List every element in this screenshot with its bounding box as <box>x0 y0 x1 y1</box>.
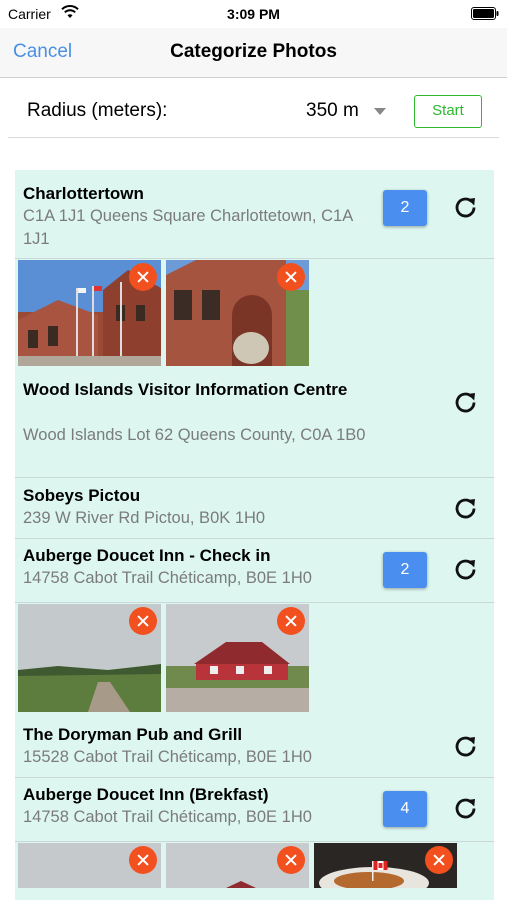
photo-thumbnail[interactable] <box>166 843 309 888</box>
photo-strip <box>15 260 494 366</box>
status-time: 3:09 PM <box>227 6 280 22</box>
photo-strip <box>15 604 494 712</box>
refresh-icon[interactable] <box>453 390 479 416</box>
photo-thumbnail[interactable] <box>314 843 457 888</box>
battery-icon <box>471 7 499 20</box>
nav-bar: Cancel Categorize Photos <box>0 28 507 78</box>
chevron-down-icon[interactable] <box>374 108 386 115</box>
photo-strip <box>15 843 494 888</box>
photo-thumbnail[interactable] <box>18 604 161 712</box>
photo-thumbnail[interactable] <box>166 260 309 366</box>
page-title: Categorize Photos <box>170 41 337 62</box>
close-icon[interactable] <box>277 263 305 291</box>
place-row-doryman[interactable]: The Doryman Pub and Grill 15528 Cabot Tr… <box>15 718 494 778</box>
close-icon[interactable] <box>129 263 157 291</box>
close-icon[interactable] <box>277 846 305 874</box>
refresh-icon[interactable] <box>453 195 479 221</box>
radius-label: Radius (meters): <box>27 100 168 121</box>
close-icon[interactable] <box>277 607 305 635</box>
photo-count-badge[interactable]: 4 <box>383 791 427 827</box>
close-icon[interactable] <box>129 607 157 635</box>
refresh-icon[interactable] <box>453 796 479 822</box>
refresh-icon[interactable] <box>453 734 479 760</box>
photo-thumbnail[interactable] <box>166 604 309 712</box>
place-address: 239 W River Rd Pictou, B0K 1H0 <box>23 509 266 527</box>
close-icon[interactable] <box>129 846 157 874</box>
place-address: Wood Islands Lot 62 Queens County, C0A 1… <box>23 426 366 444</box>
place-name: Charlottertown <box>23 184 144 203</box>
places-list[interactable]: Charlottertown C1A 1J1 Queens Square Cha… <box>15 170 494 900</box>
place-address: 14758 Cabot Trail Chéticamp, B0E 1H0 <box>23 569 312 587</box>
status-bar: Carrier 3:09 PM <box>0 0 507 28</box>
photo-count-badge[interactable]: 2 <box>383 190 427 226</box>
place-row-sobeys-pictou[interactable]: Sobeys Pictou 239 W River Rd Pictou, B0K… <box>15 479 494 539</box>
refresh-icon[interactable] <box>453 557 479 583</box>
photo-count-badge[interactable]: 2 <box>383 552 427 588</box>
start-button[interactable]: Start <box>414 95 482 128</box>
place-name: Sobeys Pictou <box>23 486 141 505</box>
place-row-wood-islands[interactable]: Wood Islands Visitor Information Centre … <box>15 366 494 478</box>
place-address: 15528 Cabot Trail Chéticamp, B0E 1H0 <box>23 748 312 766</box>
place-address: C1A 1J1 Queens Square Charlottetown, C1A… <box>23 207 353 248</box>
refresh-icon[interactable] <box>453 496 479 522</box>
place-row-auberge-check-in[interactable]: Auberge Doucet Inn - Check in 14758 Cabo… <box>15 540 494 603</box>
photo-thumbnail[interactable] <box>18 843 161 888</box>
place-row-charlottetown[interactable]: Charlottertown C1A 1J1 Queens Square Cha… <box>15 170 494 259</box>
place-name: Wood Islands Visitor Information Centre <box>23 380 348 399</box>
place-name: Auberge Doucet Inn (Brekfast) <box>23 785 269 804</box>
place-name: Auberge Doucet Inn - Check in <box>23 546 271 565</box>
place-row-auberge-breakfast[interactable]: Auberge Doucet Inn (Brekfast) 14758 Cabo… <box>15 779 494 842</box>
radius-row: Radius (meters): 350 m Start <box>8 84 499 138</box>
radius-select[interactable]: 350 m <box>306 100 359 122</box>
photo-thumbnail[interactable] <box>18 260 161 366</box>
place-address: 14758 Cabot Trail Chéticamp, B0E 1H0 <box>23 808 312 826</box>
place-name: The Doryman Pub and Grill <box>23 725 243 744</box>
close-icon[interactable] <box>425 846 453 874</box>
